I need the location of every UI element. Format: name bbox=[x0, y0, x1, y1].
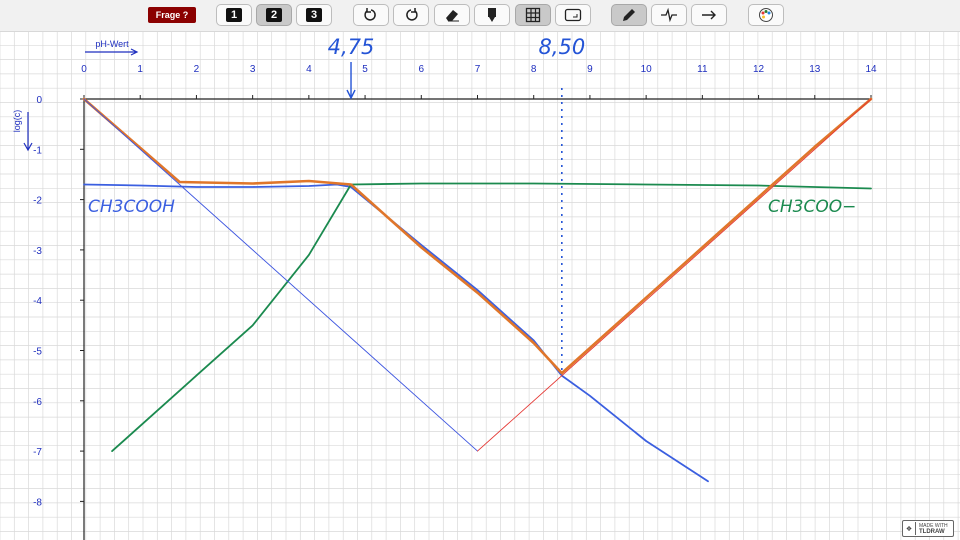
h-ion-line bbox=[83, 98, 478, 452]
y-axis-label: log(c) bbox=[12, 110, 22, 133]
x-axis-label: pH-Wert bbox=[95, 39, 129, 49]
y-tick-label: -2 bbox=[33, 196, 42, 207]
x-tick-label: 4 bbox=[306, 64, 312, 75]
y-tick-label: -8 bbox=[33, 497, 42, 508]
y-tick-label: 0 bbox=[36, 95, 42, 106]
x-tick-label: 7 bbox=[475, 64, 481, 75]
x-tick-label: 9 bbox=[587, 64, 593, 75]
annotation-0: 4,75 bbox=[328, 35, 375, 59]
y-tick-label: -3 bbox=[33, 246, 42, 257]
x-tick-label: 6 bbox=[419, 64, 425, 75]
ch3coo-line bbox=[111, 182, 872, 452]
x-tick-label: 0 bbox=[81, 64, 87, 75]
ch3cooh-line bbox=[83, 183, 709, 483]
chart-canvas: 0 1 2 3 4 5 6 7 8 9 10 11 12 13 140-1-2-3-4-5-6-7-8pH-… bbox=[12, 35, 877, 540]
ch3cooh-label: CH3COOH bbox=[88, 197, 175, 217]
x-tick-label: 14 bbox=[865, 64, 877, 75]
y-tick-label: -5 bbox=[33, 347, 42, 358]
total-line bbox=[82, 97, 873, 375]
x-axis-arrow-icon bbox=[85, 48, 139, 56]
y-tick-label: -6 bbox=[33, 397, 42, 408]
y-tick-label: -4 bbox=[33, 296, 42, 307]
pka-arrow-icon bbox=[346, 62, 356, 100]
badge-bottom-text: TLDRAW bbox=[919, 528, 945, 535]
x-tick-label: 12 bbox=[753, 64, 765, 75]
x-tick-label: 8 bbox=[531, 64, 537, 75]
y-tick-label: -7 bbox=[33, 447, 42, 458]
oh-ion-line bbox=[477, 98, 872, 452]
y-axis-arrow-icon bbox=[23, 112, 33, 152]
x-tick-label: 10 bbox=[641, 64, 653, 75]
x-tick-label: 3 bbox=[250, 64, 256, 75]
y-tick-label: -1 bbox=[33, 145, 42, 156]
tldraw-logo-icon: ❖ bbox=[903, 522, 916, 535]
annotation-1: 8,50 bbox=[538, 35, 585, 59]
x-tick-label: 5 bbox=[362, 64, 368, 75]
x-tick-label: 2 bbox=[194, 64, 200, 75]
ch3coo-label: CH3COO− bbox=[768, 197, 856, 217]
tldraw-badge[interactable]: ❖ MADE WITH TLDRAW bbox=[902, 520, 954, 537]
x-tick-label: 1 bbox=[137, 64, 143, 75]
x-tick-label: 13 bbox=[809, 64, 821, 75]
x-tick-label: 11 bbox=[697, 64, 708, 75]
